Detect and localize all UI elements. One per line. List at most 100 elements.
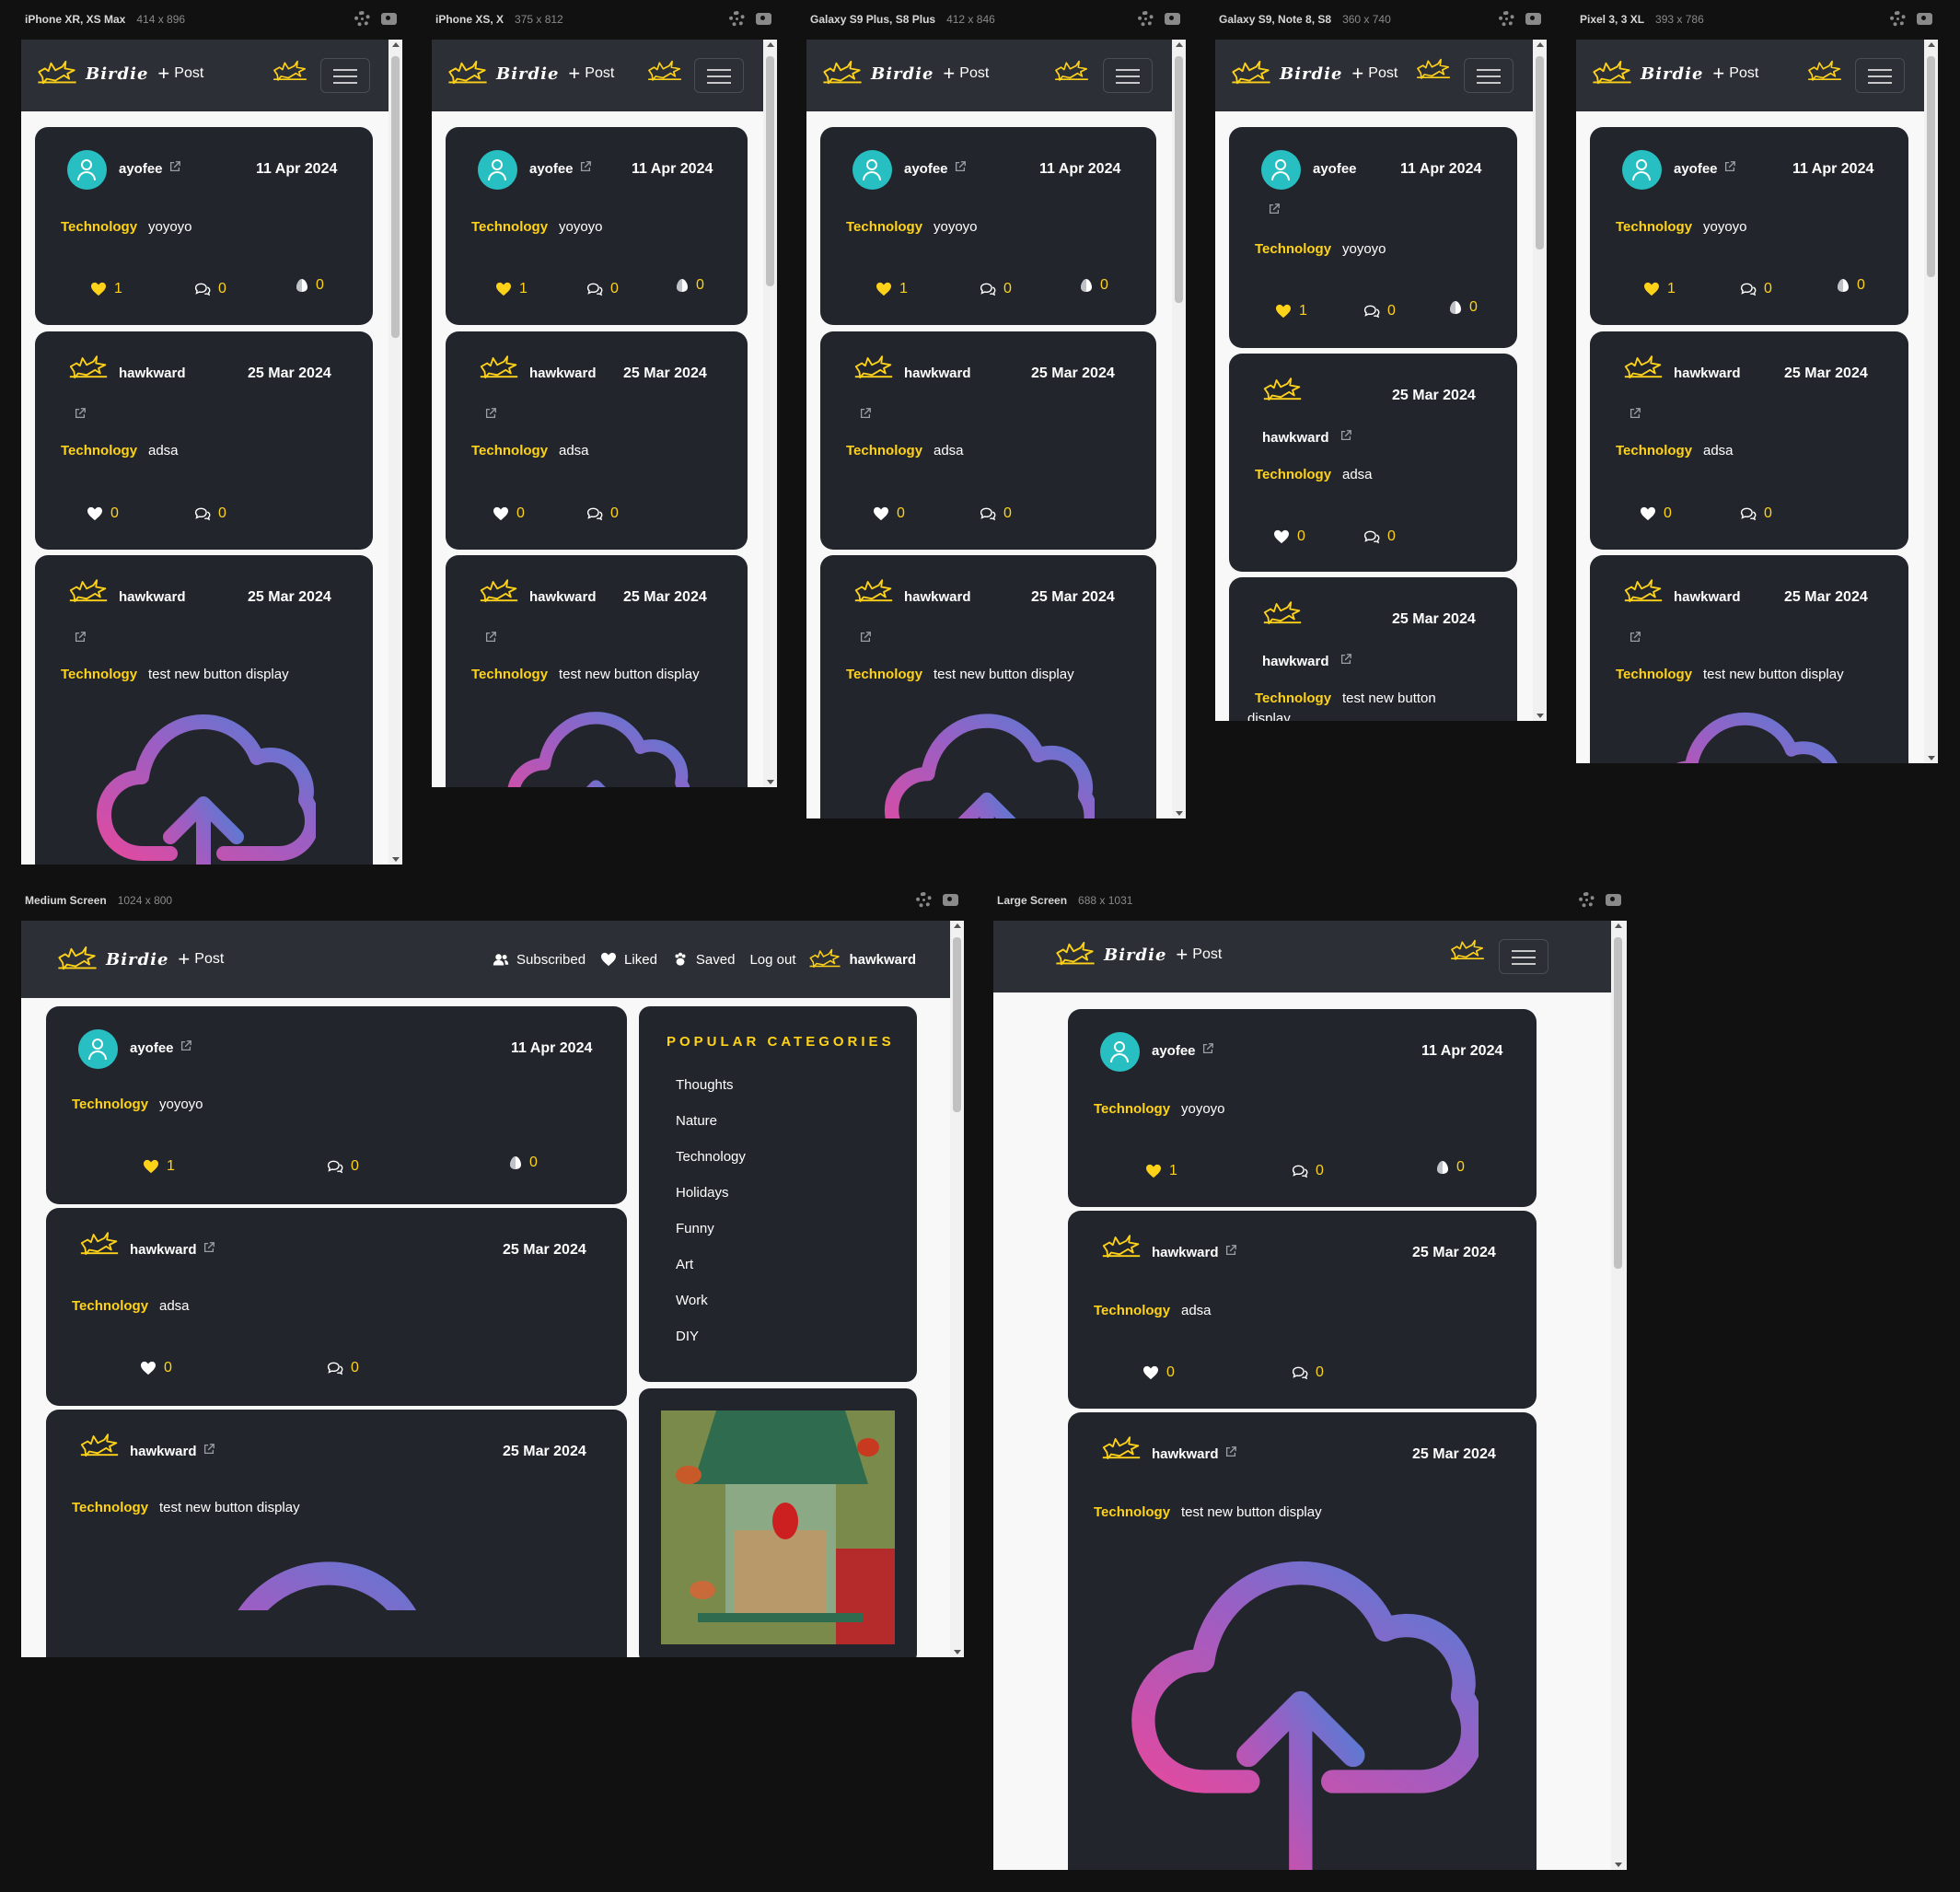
post-card[interactable]: hawkward 25 Mar 2024 Technology test new… <box>46 1410 627 1657</box>
post-category[interactable]: Technology <box>1616 667 1692 682</box>
like-button[interactable]: 1 <box>90 281 122 297</box>
nav-saved[interactable]: Saved <box>696 952 736 968</box>
nav-username[interactable]: hawkward <box>850 952 917 968</box>
screenshot-icon[interactable] <box>1606 894 1621 906</box>
settings-icon[interactable] <box>1579 892 1595 908</box>
post-card[interactable]: ayofee 11 Apr 2024 Technology yoyoyo 1 0… <box>35 127 373 325</box>
post-category[interactable]: Technology <box>846 667 922 682</box>
screenshot-icon[interactable] <box>756 13 771 25</box>
external-link-icon[interactable] <box>484 631 497 644</box>
post-card[interactable]: 25 Mar 2024 hawkward Technology test new… <box>1229 577 1517 721</box>
bird-profile-icon[interactable] <box>1415 58 1452 82</box>
external-link-icon[interactable] <box>203 1241 215 1254</box>
post-category[interactable]: Technology <box>471 443 548 458</box>
avatar[interactable] <box>1261 150 1301 190</box>
screenshot-icon[interactable] <box>1165 13 1180 25</box>
bird-avatar-icon[interactable] <box>79 1231 120 1259</box>
menu-toggle-button[interactable] <box>1855 58 1905 93</box>
scrollbar[interactable] <box>389 40 402 865</box>
scrollbar[interactable] <box>1924 40 1938 763</box>
post-card[interactable]: hawkward 25 Mar 2024 Technology test new… <box>35 555 373 865</box>
category-link[interactable]: Thoughts <box>676 1077 734 1093</box>
bird-avatar-icon[interactable] <box>1623 578 1664 606</box>
post-category[interactable]: Technology <box>1616 443 1692 458</box>
bird-avatar-icon[interactable] <box>1101 1435 1142 1463</box>
comment-button[interactable]: 0 <box>1292 1364 1324 1381</box>
external-link-icon[interactable] <box>180 1039 192 1052</box>
bird-profile-icon[interactable] <box>646 60 683 84</box>
post-link[interactable]: Post <box>194 951 224 968</box>
post-card[interactable]: hawkward 25 Mar 2024 Technology adsa 0 0 <box>820 331 1156 550</box>
post-category[interactable]: Technology <box>1255 691 1331 706</box>
post-card[interactable]: hawkward 25 Mar 2024 Technology adsa 0 0 <box>1590 331 1908 550</box>
comment-button[interactable]: 0 <box>980 281 1012 297</box>
post-username[interactable]: hawkward <box>119 366 186 381</box>
settings-icon[interactable] <box>354 11 370 27</box>
avatar[interactable] <box>852 150 892 190</box>
comment-button[interactable]: 0 <box>327 1158 359 1175</box>
comment-button[interactable]: 0 <box>586 281 619 297</box>
like-button[interactable]: 0 <box>493 505 525 522</box>
settings-icon[interactable] <box>1138 11 1154 27</box>
post-card[interactable]: hawkward 25 Mar 2024 Technology adsa 0 0 <box>1068 1211 1537 1409</box>
post-card[interactable]: hawkward 25 Mar 2024 Technology test new… <box>1068 1412 1537 1870</box>
bird-avatar-icon[interactable] <box>68 354 109 382</box>
comment-button[interactable]: 0 <box>1363 303 1396 319</box>
post-category[interactable]: Technology <box>846 219 922 235</box>
post-category[interactable]: Technology <box>1094 1504 1170 1520</box>
post-card[interactable]: ayofee 11 Apr 2024 Technology yoyoyo 1 0… <box>820 127 1156 325</box>
save-button[interactable]: 0 <box>1449 299 1478 316</box>
external-link-icon[interactable] <box>954 160 967 173</box>
save-button[interactable]: 0 <box>676 277 704 294</box>
comment-button[interactable]: 0 <box>980 505 1012 522</box>
post-card[interactable]: ayofee 11 Apr 2024 Technology yoyoyo 1 0… <box>46 1006 627 1204</box>
category-link[interactable]: Technology <box>676 1149 746 1165</box>
save-button[interactable]: 0 <box>509 1155 538 1171</box>
menu-toggle-button[interactable] <box>1464 58 1513 93</box>
post-card[interactable]: ayofee 11 Apr 2024 Technology yoyoyo 1 0… <box>1229 127 1517 348</box>
post-category[interactable]: Technology <box>1255 467 1331 482</box>
external-link-icon[interactable] <box>859 407 872 420</box>
menu-toggle-button[interactable] <box>320 58 370 93</box>
category-link[interactable]: Nature <box>676 1113 717 1129</box>
category-link[interactable]: Work <box>676 1293 708 1308</box>
like-button[interactable]: 1 <box>495 281 528 297</box>
external-link-icon[interactable] <box>484 407 497 420</box>
post-category[interactable]: Technology <box>1094 1303 1170 1318</box>
bird-avatar-icon[interactable] <box>1262 600 1303 628</box>
post-link[interactable]: Post <box>1192 946 1222 963</box>
category-link[interactable]: Art <box>676 1257 693 1272</box>
external-link-icon[interactable] <box>579 160 592 173</box>
post-username[interactable]: ayofee <box>1313 161 1357 177</box>
bird-avatar-icon[interactable] <box>79 1433 120 1460</box>
bird-profile-icon[interactable] <box>272 60 308 84</box>
bird-avatar-icon[interactable] <box>68 578 109 606</box>
like-button[interactable]: 1 <box>143 1158 175 1175</box>
post-username[interactable]: ayofee <box>1674 161 1718 177</box>
like-button[interactable]: 0 <box>1640 505 1672 522</box>
post-link[interactable]: Post <box>1368 65 1398 82</box>
settings-icon[interactable] <box>1499 11 1514 27</box>
post-card[interactable]: ayofee 11 Apr 2024 Technology yoyoyo 1 0… <box>1590 127 1908 325</box>
external-link-icon[interactable] <box>1201 1042 1214 1055</box>
bird-avatar-icon[interactable] <box>479 354 519 382</box>
brand-link[interactable]: Birdie + Post <box>1591 60 1758 87</box>
post-category[interactable]: Technology <box>846 443 922 458</box>
save-button[interactable]: 0 <box>1436 1159 1465 1176</box>
like-button[interactable]: 0 <box>1273 528 1305 545</box>
external-link-icon[interactable] <box>74 407 87 420</box>
like-button[interactable]: 0 <box>1142 1364 1175 1381</box>
menu-toggle-button[interactable] <box>694 58 744 93</box>
bird-avatar-icon[interactable] <box>1623 354 1664 382</box>
post-category[interactable]: Technology <box>72 1097 148 1112</box>
bird-avatar-icon[interactable] <box>1262 377 1303 404</box>
settings-icon[interactable] <box>916 892 932 908</box>
post-username[interactable]: hawkward <box>1152 1245 1219 1260</box>
external-link-icon[interactable] <box>1629 407 1641 420</box>
comment-button[interactable]: 0 <box>327 1360 359 1376</box>
comment-button[interactable]: 0 <box>1740 281 1772 297</box>
comment-button[interactable]: 0 <box>194 505 226 522</box>
post-username[interactable]: ayofee <box>1152 1043 1196 1059</box>
external-link-icon[interactable] <box>1723 160 1736 173</box>
brand-link[interactable]: Birdie + Post <box>36 60 203 87</box>
